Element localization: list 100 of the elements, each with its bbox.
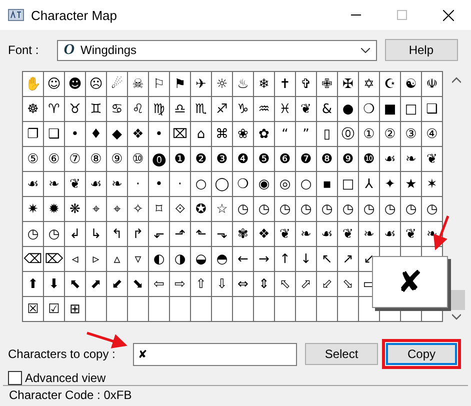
glyph-cell[interactable]: ⌖ (107, 197, 127, 221)
glyph-cell[interactable]: ❧ (107, 172, 127, 196)
glyph-cell[interactable]: ⑧ (86, 147, 106, 171)
glyph-cell[interactable]: ↓ (296, 247, 316, 271)
glyph-cell[interactable]: ◆ (107, 122, 127, 146)
glyph-cell[interactable]: ⇩ (212, 272, 232, 296)
glyph-cell[interactable]: ☙ (86, 172, 106, 196)
glyph-cell[interactable]: ↑ (275, 247, 295, 271)
select-button[interactable]: Select (305, 343, 378, 365)
glyph-cell[interactable]: ⅄ (359, 172, 379, 196)
glyph-cell[interactable]: ☙ (317, 222, 337, 246)
glyph-cell[interactable]: ✦ (380, 172, 400, 196)
glyph-cell[interactable]: ◷ (380, 197, 400, 221)
glyph-cell[interactable]: ⌘ (212, 122, 232, 146)
glyph-cell[interactable]: ❧ (44, 172, 64, 196)
glyph-cell[interactable]: ◷ (359, 197, 379, 221)
glyph-cell[interactable]: ☫ (422, 72, 442, 96)
glyph-cell[interactable]: ⑦ (65, 147, 85, 171)
glyph-cell[interactable]: ⓪ (338, 122, 358, 146)
glyph-cell[interactable]: ❽ (317, 147, 337, 171)
glyph-cell[interactable]: ⌧ (170, 122, 190, 146)
glyph-cell[interactable]: ▿ (128, 247, 148, 271)
glyph-cell[interactable]: • (149, 122, 169, 146)
glyph-cell[interactable]: ◷ (401, 197, 421, 221)
glyph-cell[interactable]: ☯ (401, 72, 421, 96)
glyph-cell[interactable]: ☸ (23, 97, 43, 121)
glyph-cell[interactable]: ❺ (254, 147, 274, 171)
glyph-cell[interactable]: · (128, 172, 148, 196)
glyph-cell[interactable]: “ (275, 122, 295, 146)
glyph-cell[interactable]: ❾ (338, 147, 358, 171)
glyph-cell[interactable]: ⌑ (149, 197, 169, 221)
glyph-cell[interactable]: ▵ (107, 247, 127, 271)
glyph-cell[interactable]: ⬎ (212, 222, 232, 246)
glyph-cell[interactable]: ❄ (254, 72, 274, 96)
copy-button[interactable]: Copy (386, 343, 457, 365)
glyph-cell[interactable]: ☼ (212, 72, 232, 96)
glyph-cell[interactable]: ❼ (296, 147, 316, 171)
glyph-cell[interactable]: ↳ (86, 222, 106, 246)
glyph-cell[interactable]: ◷ (275, 197, 295, 221)
glyph-cell[interactable]: ♑ (233, 97, 253, 121)
glyph-cell[interactable]: ♨ (233, 72, 253, 96)
glyph-cell[interactable]: ❑ (422, 97, 442, 121)
glyph-cell[interactable]: ☄ (107, 72, 127, 96)
glyph-cell[interactable]: ③ (401, 122, 421, 146)
glyph-cell[interactable]: ✝ (275, 72, 295, 96)
glyph-cell[interactable]: ⬊ (128, 272, 148, 296)
glyph-cell[interactable]: ⊞ (65, 297, 85, 321)
glyph-cell[interactable]: ⬋ (107, 272, 127, 296)
glyph-cell[interactable]: ☆ (212, 197, 232, 221)
glyph-cell[interactable]: ⇦ (149, 272, 169, 296)
glyph-cell[interactable]: ☙ (23, 172, 43, 196)
glyph-cell[interactable]: ♓ (275, 97, 295, 121)
glyph-cell[interactable]: ☻ (65, 72, 85, 96)
glyph-cell[interactable]: ☑ (44, 297, 64, 321)
font-dropdown[interactable]: O Wingdings (56, 40, 377, 60)
glyph-cell[interactable]: ⑤ (23, 147, 43, 171)
glyph-cell[interactable]: ❑ (44, 122, 64, 146)
glyph-cell[interactable]: ↖ (317, 247, 337, 271)
glyph-cell[interactable]: ❧ (359, 222, 379, 246)
glyph-cell[interactable]: ❀ (233, 122, 253, 146)
glyph-cell[interactable]: ◷ (254, 197, 274, 221)
glyph-cell[interactable]: ◷ (422, 197, 442, 221)
glyph-cell[interactable]: ⬑ (191, 222, 211, 246)
glyph-cell[interactable]: ❧ (401, 147, 421, 171)
glyph-cell[interactable]: ◑ (170, 247, 190, 271)
glyph-cell[interactable]: ◃ (65, 247, 85, 271)
glyph-cell[interactable]: ▹ (86, 247, 106, 271)
glyph-cell[interactable]: ❦ (296, 97, 316, 121)
glyph-cell[interactable]: ” (296, 122, 316, 146)
glyph-cell[interactable]: ❦ (275, 222, 295, 246)
glyph-cell[interactable]: ◷ (296, 197, 316, 221)
glyph-cell[interactable]: ❦ (338, 222, 358, 246)
glyph-cell[interactable]: ❸ (212, 147, 232, 171)
glyph-cell[interactable]: ◎ (275, 172, 295, 196)
glyph-cell[interactable]: ♎ (170, 97, 190, 121)
glyph-cell[interactable]: ● (338, 97, 358, 121)
glyph-cell[interactable]: ☠ (128, 72, 148, 96)
glyph-cell[interactable]: ⌦ (44, 247, 64, 271)
glyph-cell[interactable]: ⬈ (86, 272, 106, 296)
glyph-cell[interactable]: ❐ (23, 122, 43, 146)
glyph-cell[interactable]: □ (338, 172, 358, 196)
glyph-cell[interactable]: ☙ (380, 147, 400, 171)
glyph-cell[interactable]: ✶ (422, 172, 442, 196)
glyph-cell[interactable]: ⬀ (296, 272, 316, 296)
glyph-cell[interactable]: ⚑ (170, 72, 190, 96)
glyph-cell[interactable]: □ (401, 97, 421, 121)
glyph-cell[interactable]: ⑥ (44, 147, 64, 171)
glyph-cell[interactable]: ⚐ (149, 72, 169, 96)
glyph-cell[interactable]: ⇕ (254, 272, 274, 296)
glyph-cell[interactable]: • (65, 122, 85, 146)
glyph-cell[interactable]: ♉ (65, 97, 85, 121)
glyph-cell[interactable]: ◷ (317, 197, 337, 221)
glyph-cell[interactable]: ❧ (296, 222, 316, 246)
glyph-cell[interactable]: ❦ (401, 222, 421, 246)
glyph-cell[interactable]: • (149, 172, 169, 196)
glyph-cell[interactable]: ◷ (233, 197, 253, 221)
glyph-cell[interactable]: ✞ (296, 72, 316, 96)
scroll-down-icon[interactable] (452, 314, 461, 320)
glyph-cell[interactable]: ⑨ (107, 147, 127, 171)
glyph-cell[interactable]: ◷ (338, 197, 358, 221)
